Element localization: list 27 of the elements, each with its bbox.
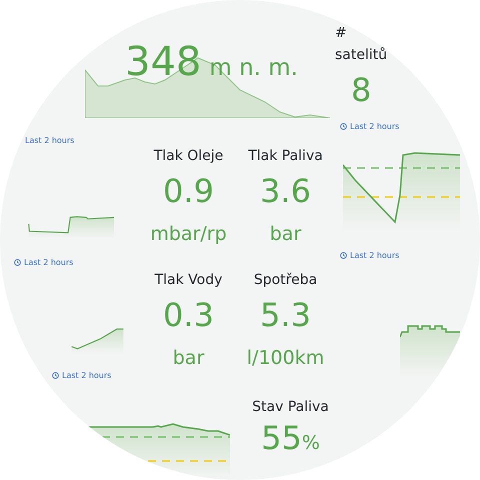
satellites-value: 8: [351, 74, 372, 106]
altitude-value: 348: [125, 42, 202, 82]
stat-unit: l/100km: [246, 349, 324, 368]
stat-value: 0.3: [163, 299, 214, 331]
satellites-title: # satelitů: [335, 24, 388, 65]
stat-title: Spotřeba: [254, 271, 318, 289]
stat-value: 55: [261, 422, 302, 454]
stat-unit: %: [302, 434, 320, 453]
stat-title: Tlak Oleje: [154, 147, 224, 165]
time-range-link[interactable]: Last 2 hours: [24, 258, 74, 267]
time-range-link[interactable]: Last 2 hours: [62, 371, 112, 380]
stat-title: Tlak Vody: [154, 271, 222, 289]
stat-unit: bar: [270, 225, 302, 244]
clock-icon: [340, 123, 347, 130]
stat-title: Stav Paliva: [252, 398, 329, 416]
stat-title: Tlak Paliva: [248, 147, 323, 165]
time-range-link[interactable]: Last 2 hours: [350, 122, 400, 131]
clock-icon: [340, 252, 347, 259]
time-range-link[interactable]: Last 2 hours: [350, 251, 400, 260]
stat-unit: bar: [172, 349, 204, 368]
stat-value: 0.9: [163, 175, 214, 207]
stat-unit: mbar/rp: [150, 225, 227, 244]
stat-value: 3.6: [260, 175, 311, 207]
clock-icon: [52, 372, 59, 379]
stat-value: 5.3: [260, 299, 311, 331]
clock-icon: [14, 258, 21, 266]
time-range-link[interactable]: Last 2 hours: [25, 136, 74, 145]
